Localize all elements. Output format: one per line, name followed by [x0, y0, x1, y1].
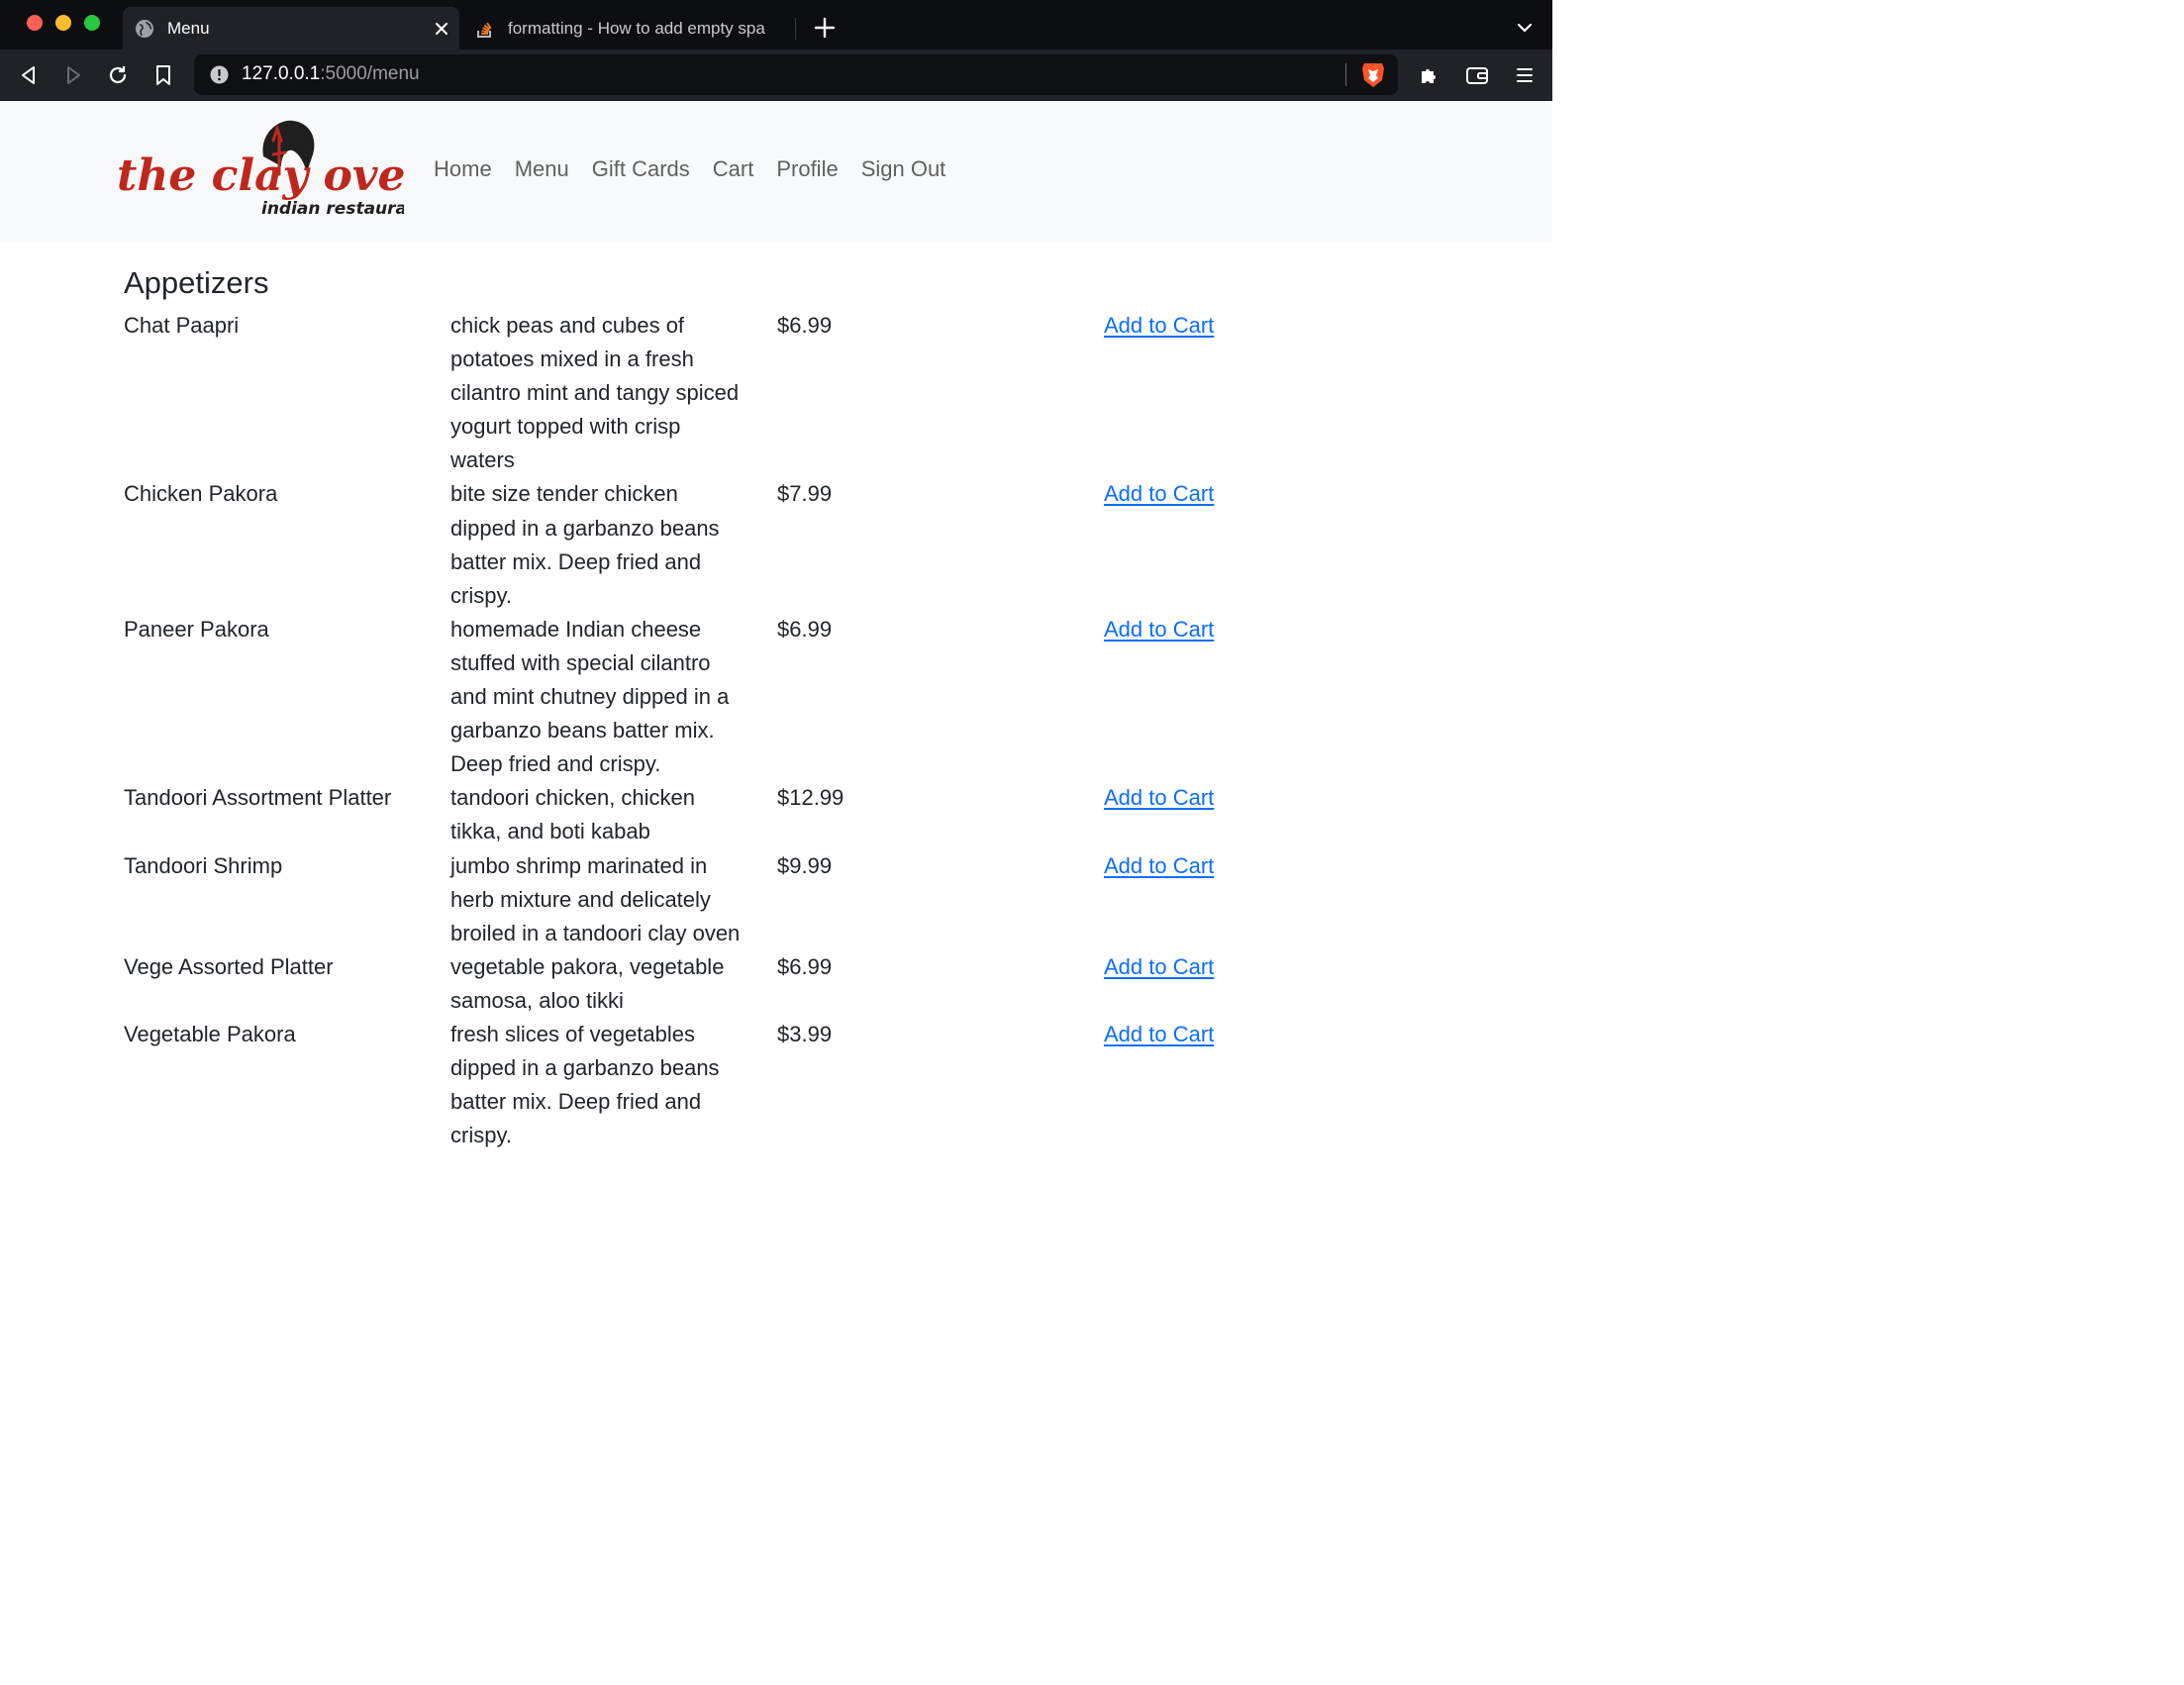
- reload-icon[interactable]: [106, 63, 130, 87]
- menu-table: Chat Paapri chick peas and cubes of pota…: [124, 309, 1302, 1152]
- menu-icon[interactable]: [1513, 63, 1537, 87]
- menu-item-row: Vege Assorted Platter vegetable pakora, …: [124, 950, 1302, 1018]
- url-text: 127.0.0.1:5000/menu: [242, 63, 420, 84]
- back-icon[interactable]: [17, 63, 41, 87]
- extensions-icon[interactable]: [1418, 63, 1441, 87]
- item-price: $6.99: [777, 616, 833, 642]
- main-nav: Home Menu Gift Cards Cart Profile Sign O…: [434, 156, 968, 182]
- item-description: homemade Indian cheese stuffed with spec…: [450, 616, 730, 777]
- zoom-window-button[interactable]: [84, 15, 100, 31]
- close-tab-icon[interactable]: [434, 21, 449, 37]
- nav-home[interactable]: Home: [434, 156, 492, 182]
- close-window-button[interactable]: [27, 15, 43, 31]
- browser-toolbar: 127.0.0.1:5000/menu: [0, 50, 1552, 101]
- item-price: $7.99: [777, 481, 833, 507]
- item-price: $12.99: [777, 785, 844, 811]
- item-name: Tandoori Shrimp: [124, 852, 283, 878]
- item-description: fresh slices of vegetables dipped in a g…: [450, 1021, 720, 1148]
- menu-item-row: Chicken Pakora bite size tender chicken …: [124, 477, 1302, 612]
- nav-cart[interactable]: Cart: [713, 156, 754, 182]
- item-name: Paneer Pakora: [124, 616, 269, 642]
- item-name: Vege Assorted Platter: [124, 953, 334, 979]
- logo-subtitle: indian restaurant: [261, 199, 404, 219]
- tab-formatting[interactable]: formatting - How to add empty spa: [465, 7, 796, 50]
- stackoverflow-icon: [475, 19, 495, 39]
- globe-icon: [135, 19, 154, 39]
- item-description: chick peas and cubes of potatoes mixed i…: [450, 313, 740, 473]
- item-price: $3.99: [777, 1021, 833, 1046]
- brave-shields-icon[interactable]: [1360, 60, 1386, 89]
- forward-icon[interactable]: [61, 63, 85, 87]
- item-description: tandoori chicken, chicken tikka, and bot…: [450, 785, 696, 844]
- item-description: jumbo shrimp marinated in herb mixture a…: [450, 852, 741, 945]
- logo-text: the clay oven: [117, 150, 404, 201]
- minimize-window-button[interactable]: [55, 15, 71, 31]
- add-to-cart-link[interactable]: Add to Cart: [1104, 954, 1214, 979]
- item-name: Chat Paapri: [124, 313, 240, 338]
- site-info-icon[interactable]: [210, 65, 229, 84]
- item-price: $6.99: [777, 953, 833, 979]
- bookmark-icon[interactable]: [151, 63, 175, 87]
- new-tab-icon[interactable]: [814, 17, 836, 39]
- nav-sign-out[interactable]: Sign Out: [861, 156, 946, 182]
- tab-title: Menu: [167, 18, 210, 38]
- add-to-cart-link[interactable]: Add to Cart: [1104, 1022, 1214, 1046]
- item-price: $9.99: [777, 852, 833, 878]
- item-price: $6.99: [777, 313, 833, 338]
- add-to-cart-link[interactable]: Add to Cart: [1104, 313, 1214, 338]
- item-name: Tandoori Assortment Platter: [124, 785, 392, 811]
- menu-item-row: Paneer Pakora homemade Indian cheese stu…: [124, 613, 1302, 781]
- item-description: vegetable pakora, vegetable samosa, aloo…: [450, 953, 725, 1013]
- site-navbar: the clay oven indian restaurant Home Men…: [0, 101, 1552, 241]
- menu-item-row: Chat Paapri chick peas and cubes of pota…: [124, 309, 1302, 477]
- url-divider: [1345, 63, 1346, 86]
- item-name: Vegetable Pakora: [124, 1021, 296, 1046]
- brand-logo[interactable]: the clay oven indian restaurant: [115, 115, 404, 226]
- menu-item-row: Tandoori Assortment Platter tandoori chi…: [124, 781, 1302, 848]
- add-to-cart-link[interactable]: Add to Cart: [1104, 617, 1214, 642]
- add-to-cart-link[interactable]: Add to Cart: [1104, 853, 1214, 878]
- tab-title: formatting - How to add empty spa: [508, 18, 765, 38]
- section-title: Appetizers: [124, 265, 269, 300]
- address-bar[interactable]: 127.0.0.1:5000/menu: [194, 54, 1398, 95]
- nav-menu[interactable]: Menu: [515, 156, 569, 182]
- item-description: bite size tender chicken dipped in a gar…: [450, 481, 720, 608]
- item-name: Chicken Pakora: [124, 481, 278, 507]
- menu-content: Appetizers Chat Paapri chick peas and cu…: [124, 261, 1302, 1152]
- menu-item-row: Tandoori Shrimp jumbo shrimp marinated i…: [124, 849, 1302, 950]
- browser-titlebar: Menu formatting - How to add empty spa: [0, 0, 1552, 50]
- chevron-down-icon[interactable]: [1515, 20, 1535, 36]
- nav-profile[interactable]: Profile: [776, 156, 838, 182]
- nav-gift-cards[interactable]: Gift Cards: [592, 156, 690, 182]
- wallet-icon[interactable]: [1465, 63, 1489, 87]
- menu-item-row: Vegetable Pakora fresh slices of vegetab…: [124, 1018, 1302, 1152]
- tab-menu[interactable]: Menu: [123, 7, 459, 50]
- add-to-cart-link[interactable]: Add to Cart: [1104, 785, 1214, 810]
- add-to-cart-link[interactable]: Add to Cart: [1104, 481, 1214, 506]
